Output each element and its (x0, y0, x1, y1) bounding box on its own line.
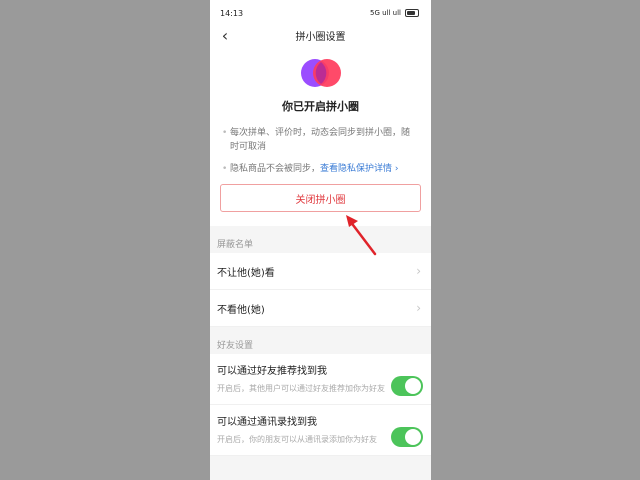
row-label: 不让他(她)看 (217, 267, 275, 279)
annotation-arrow-icon (346, 215, 377, 256)
info-bullet: • 隐私商品不会被同步，查看隐私保护详情 › (222, 162, 417, 176)
chevron-right-icon: › (416, 264, 421, 278)
toggle-description: 开启后，其他用户可以通过好友推荐加你为好友 (217, 384, 385, 393)
row-label: 不看他(她) (217, 304, 265, 316)
battery-icon (405, 9, 419, 17)
privacy-details-link[interactable]: 查看隐私保护详情 › (320, 164, 398, 174)
row-do-not-see[interactable]: 不看他(她) › (210, 290, 431, 327)
bullet-dot: • (222, 164, 228, 174)
toggle-row-friend-recommend: 可以通过好友推荐找到我 开启后，其他用户可以通过好友推荐加你为好友 (210, 354, 431, 405)
toggle-title: 可以通过通讯录找到我 (217, 417, 317, 428)
nav-bar: ‹ 拼小圈设置 (210, 26, 431, 45)
block-list-header: 屏蔽名单 (210, 226, 431, 253)
contacts-toggle[interactable] (391, 427, 423, 447)
back-icon[interactable]: ‹ (216, 26, 234, 45)
status-time: 14:13 (220, 8, 244, 18)
signal-indicators: 5G ull ull (370, 9, 401, 17)
info-bullet: • 每次拼单、评价时，动态会同步到拼小圈，随时可取消 (222, 126, 417, 154)
page-title: 拼小圈设置 (295, 31, 346, 43)
toggle-title: 可以通过好友推荐找到我 (217, 366, 327, 377)
bullet-text: 每次拼单、评价时，动态会同步到拼小圈，随时可取消 (230, 128, 411, 152)
row-hide-from[interactable]: 不让他(她)看 › (210, 253, 431, 290)
status-icons: 5G ull ull (370, 9, 419, 17)
phone-screen: 14:13 5G ull ull ‹ 拼小圈设置 你已开启拼小圈 • 每次拼单、… (210, 0, 431, 480)
status-card: 你已开启拼小圈 • 每次拼单、评价时，动态会同步到拼小圈，随时可取消 • 隐私商… (210, 44, 431, 226)
info-bullets: • 每次拼单、评价时，动态会同步到拼小圈，随时可取消 • 隐私商品不会被同步，查… (210, 126, 431, 176)
close-pinxiaoquan-button[interactable]: 关闭拼小圈 (220, 184, 421, 212)
friend-recommend-toggle[interactable] (391, 376, 423, 396)
toggle-description: 开启后，你的朋友可以从通讯录添加你为好友 (217, 435, 377, 444)
pinxiaoquan-logo-icon (210, 58, 431, 88)
friend-settings-header: 好友设置 (210, 327, 431, 354)
chevron-right-icon: › (416, 301, 421, 315)
bullet-dot: • (222, 128, 228, 138)
enabled-title: 你已开启拼小圈 (282, 100, 359, 113)
bullet-text: 隐私商品不会被同步， (230, 164, 321, 174)
status-bar: 14:13 5G ull ull (210, 0, 431, 26)
toggle-row-contacts: 可以通过通讯录找到我 开启后，你的朋友可以从通讯录添加你为好友 (210, 405, 431, 456)
